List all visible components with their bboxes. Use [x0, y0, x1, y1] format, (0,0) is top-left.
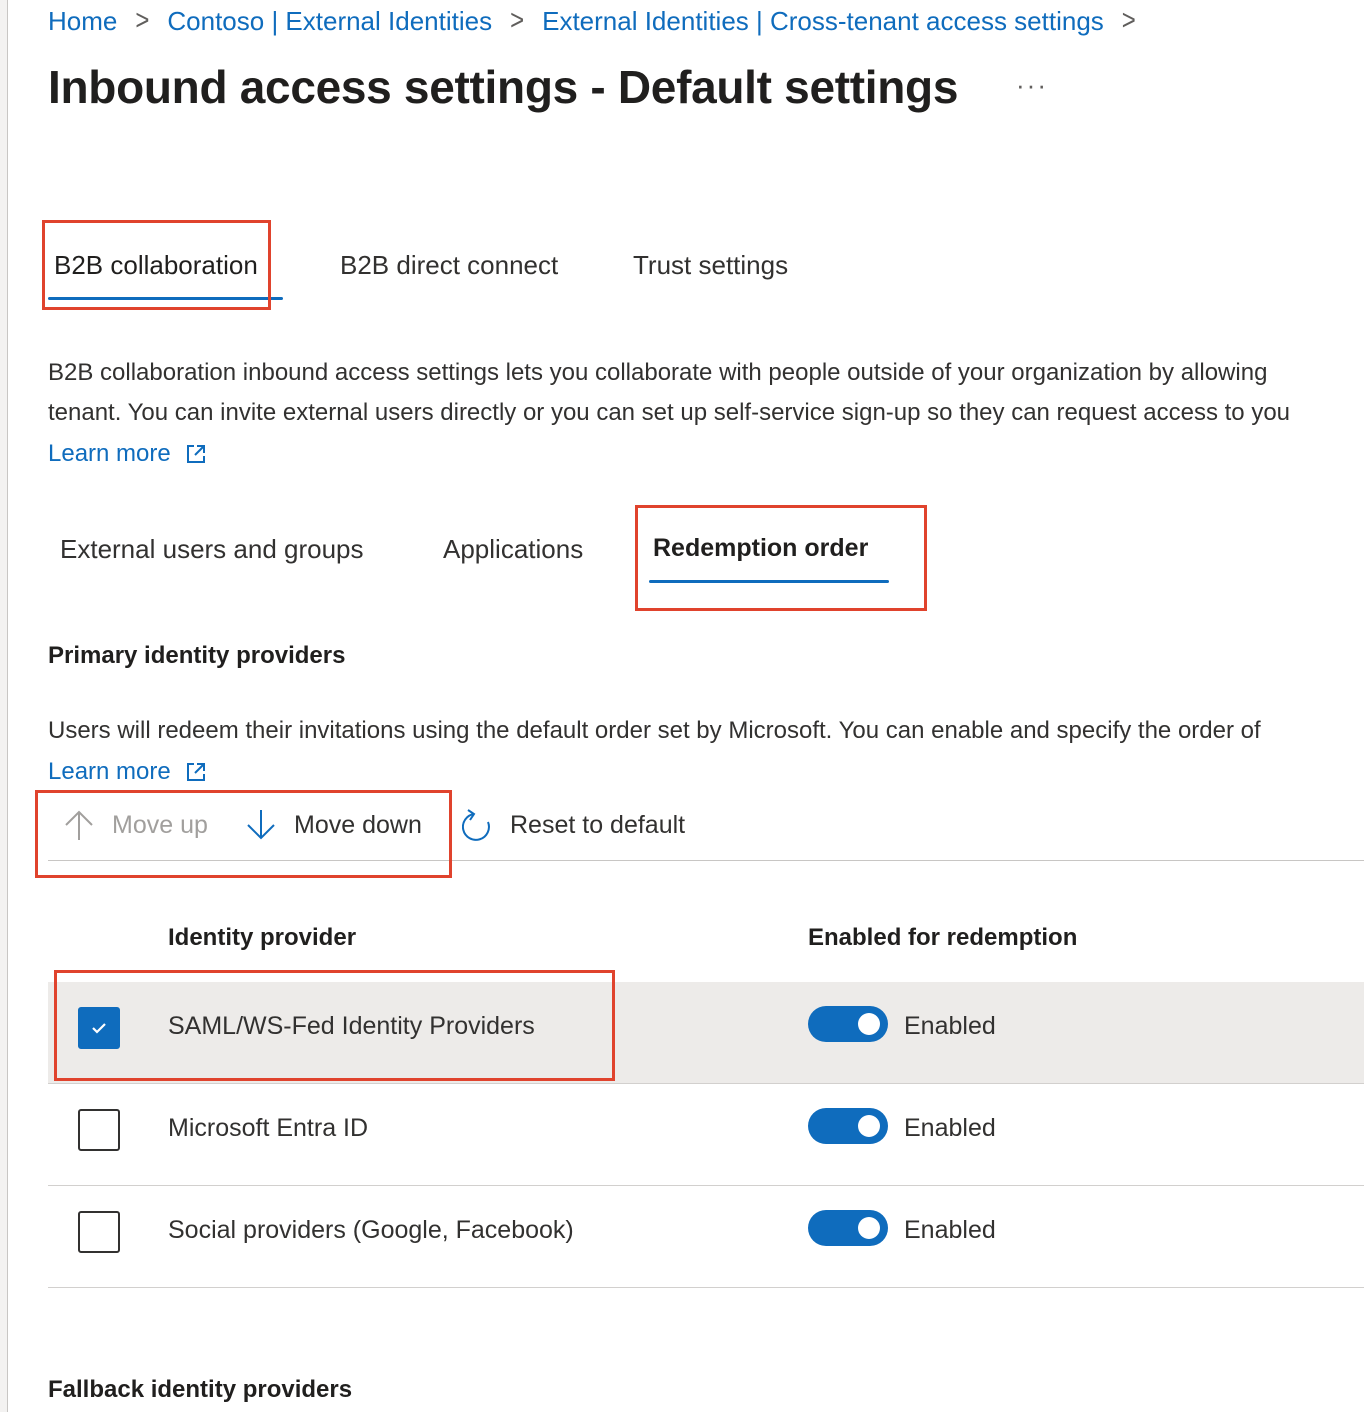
learn-more-label: Learn more: [48, 758, 171, 785]
move-down-label: Move down: [294, 810, 422, 839]
arrow-down-icon: [247, 810, 275, 840]
table-row[interactable]: Social providers (Google, Facebook) Enab…: [48, 1186, 1364, 1288]
tab-b2b-direct-connect[interactable]: B2B direct connect: [340, 250, 558, 281]
reset-to-default-label: Reset to default: [510, 810, 686, 839]
learn-more-link[interactable]: Learn more: [48, 440, 207, 468]
chevron-right-icon: >: [135, 4, 150, 37]
tab-active-indicator: [649, 580, 889, 583]
description-line-1: B2B collaboration inbound access setting…: [48, 359, 1268, 386]
row-checkbox[interactable]: [78, 1109, 120, 1151]
more-options-button[interactable]: ···: [1016, 70, 1048, 101]
provider-name: Microsoft Entra ID: [168, 1114, 369, 1142]
move-down-button[interactable]: Move down: [244, 808, 422, 842]
toggle-knob: [858, 1115, 880, 1137]
toggle-knob: [858, 1217, 880, 1239]
toolbar-divider: [48, 860, 1364, 861]
learn-more-label: Learn more: [48, 440, 171, 467]
arrow-up-icon: [65, 810, 93, 840]
external-link-icon: [186, 763, 205, 781]
primary-providers-description: Users will redeem their invitations usin…: [48, 717, 1261, 744]
row-checkbox[interactable]: [78, 1211, 120, 1253]
reset-icon: [462, 809, 490, 841]
move-up-label: Move up: [112, 810, 208, 839]
provider-name: SAML/WS-Fed Identity Providers: [168, 1012, 535, 1040]
chevron-right-icon: >: [1121, 4, 1136, 37]
tab-external-users-and-groups[interactable]: External users and groups: [60, 534, 364, 565]
enabled-toggle[interactable]: [808, 1006, 888, 1042]
page-title: Inbound access settings - Default settin…: [48, 61, 959, 113]
toggle-status: Enabled: [904, 1012, 996, 1040]
table-row[interactable]: Microsoft Entra ID Enabled: [48, 1084, 1364, 1186]
toggle-status: Enabled: [904, 1114, 996, 1142]
table-row[interactable]: SAML/WS-Fed Identity Providers Enabled: [48, 982, 1364, 1084]
breadcrumb-home[interactable]: Home: [48, 6, 117, 37]
column-header-enabled: Enabled for redemption: [808, 924, 1078, 951]
chevron-right-icon: >: [510, 4, 525, 37]
tab-applications[interactable]: Applications: [443, 534, 583, 565]
left-edge-border: [0, 0, 8, 1412]
fallback-providers-heading: Fallback identity providers: [48, 1376, 353, 1403]
row-checkbox[interactable]: [78, 1007, 120, 1049]
breadcrumb-external-identities[interactable]: Contoso | External Identities: [167, 6, 492, 37]
enabled-toggle[interactable]: [808, 1210, 888, 1246]
column-header-identity-provider: Identity provider: [168, 924, 357, 951]
provider-name: Social providers (Google, Facebook): [168, 1216, 574, 1244]
toggle-status: Enabled: [904, 1216, 996, 1244]
breadcrumb: Home > Contoso | External Identities > E…: [48, 4, 1154, 38]
enabled-toggle[interactable]: [808, 1108, 888, 1144]
checkmark-icon: [92, 1023, 106, 1034]
tab-active-indicator: [48, 297, 283, 300]
tab-trust-settings[interactable]: Trust settings: [633, 250, 788, 281]
external-link-icon: [186, 445, 205, 463]
reset-to-default-button[interactable]: Reset to default: [462, 808, 685, 842]
description-line-2: tenant. You can invite external users di…: [48, 399, 1291, 426]
tab-b2b-collaboration[interactable]: B2B collaboration: [54, 250, 258, 281]
learn-more-link-primary[interactable]: Learn more: [48, 758, 207, 786]
toggle-knob: [858, 1013, 880, 1035]
primary-providers-heading: Primary identity providers: [48, 642, 346, 669]
tab-redemption-order[interactable]: Redemption order: [653, 534, 868, 563]
b2b-description: B2B collaboration inbound access setting…: [48, 353, 1364, 433]
breadcrumb-cross-tenant-access[interactable]: External Identities | Cross-tenant acces…: [542, 6, 1104, 37]
move-up-button[interactable]: Move up: [62, 808, 208, 842]
